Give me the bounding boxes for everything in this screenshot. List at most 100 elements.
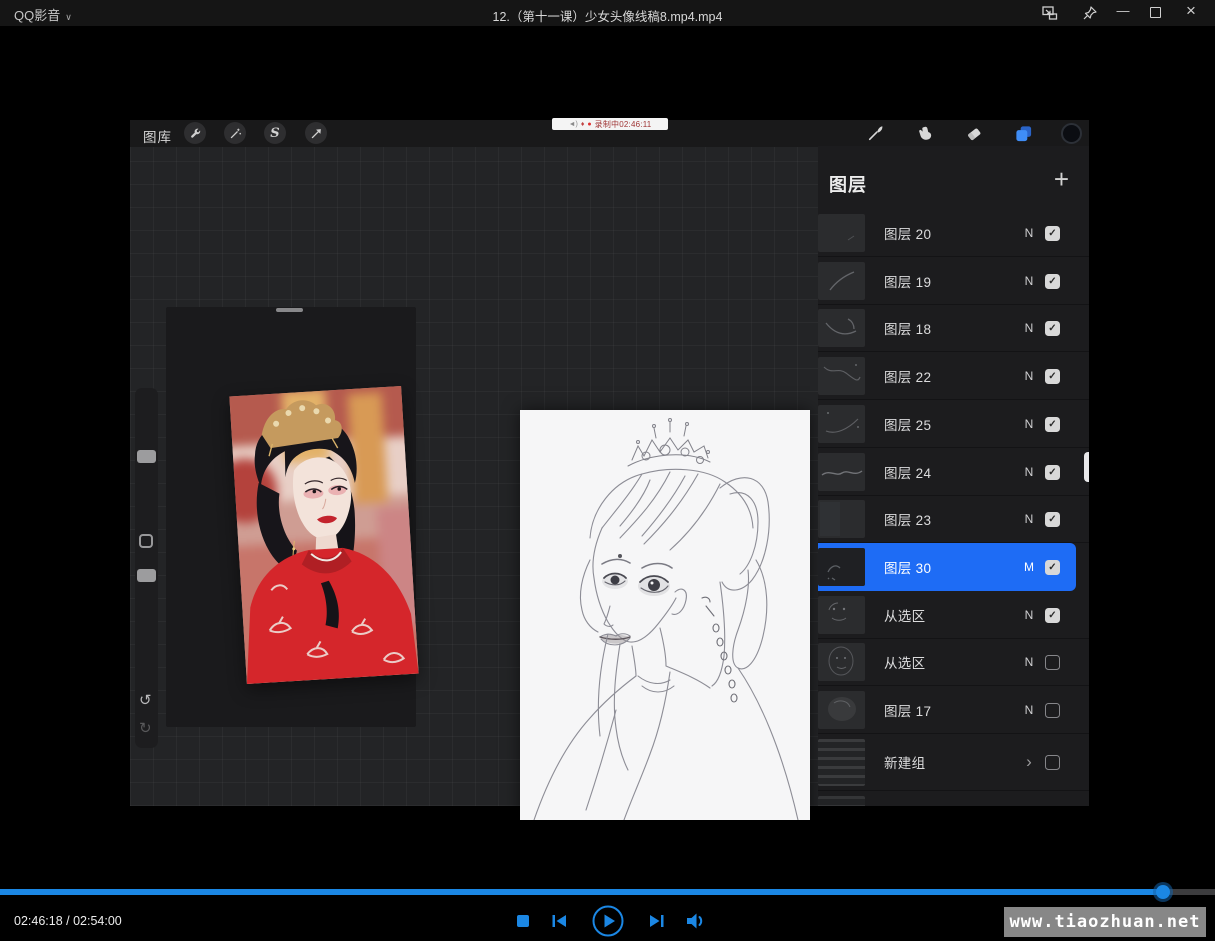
layer-row-partial[interactable] — [818, 791, 1089, 806]
layer-row[interactable]: 图层 24 N ✓ — [818, 448, 1089, 496]
layer-thumbnail — [818, 643, 865, 681]
layer-blend-mode[interactable]: M — [1020, 543, 1038, 591]
add-layer-button[interactable]: + — [1054, 166, 1069, 192]
layer-thumbnail — [818, 357, 865, 395]
layer-row[interactable]: 图层 19 N ✓ — [818, 257, 1089, 305]
smudge-tool-button[interactable] — [914, 122, 936, 144]
layer-visibility-checkbox[interactable]: ✓ — [1045, 368, 1060, 384]
maximize-button[interactable] — [1150, 7, 1161, 18]
layer-name: 图层 22 — [884, 369, 932, 385]
title-bar: QQ影音 ∨ 12.（第十一课）少女头像线稿8.mp4.mp4 — × — [0, 0, 1215, 26]
brush-opacity-slider[interactable] — [137, 569, 156, 582]
layer-row[interactable]: 图层 18 N ✓ — [818, 304, 1089, 352]
layer-visibility-checkbox[interactable]: ✓ — [1045, 702, 1060, 718]
volume-icon — [687, 913, 703, 929]
layer-row[interactable]: 图层 23 N ✓ — [818, 495, 1089, 543]
adjustments-button[interactable] — [224, 122, 246, 144]
layer-thumbnail — [818, 309, 865, 347]
layer-blend-mode[interactable]: N — [1020, 686, 1038, 733]
progress-handle[interactable] — [1155, 885, 1170, 899]
layer-name: 图层 17 — [884, 703, 932, 719]
layer-visibility-checkbox[interactable]: ✓ — [1045, 511, 1060, 527]
layer-visibility-checkbox[interactable]: ✓ — [1045, 755, 1060, 770]
layer-visibility-checkbox[interactable]: ✓ — [1045, 654, 1060, 670]
layer-row-selected[interactable]: 图层 30 M ✓ — [818, 543, 1076, 591]
pin-on-top-button[interactable] — [1081, 4, 1099, 22]
minimize-button[interactable]: — — [1114, 3, 1132, 18]
recording-text: 录制中02:46:11 — [594, 119, 652, 129]
check-icon: ✓ — [1048, 370, 1057, 382]
undo-icon[interactable]: ↺ — [139, 691, 152, 709]
layer-blend-mode[interactable]: N — [1020, 448, 1038, 495]
brush-tool-button[interactable] — [865, 122, 887, 144]
previous-button[interactable] — [548, 910, 570, 932]
layer-blend-mode[interactable]: N — [1020, 304, 1038, 351]
check-icon: ✓ — [1048, 227, 1057, 239]
watermark: www.tiaozhuan.net — [1004, 907, 1206, 937]
selection-button[interactable]: S — [264, 122, 286, 144]
layer-blend-mode[interactable]: N — [1020, 257, 1038, 304]
layers-panel-button[interactable] — [1012, 122, 1034, 144]
paintbrush-icon — [868, 126, 883, 141]
progress-bar[interactable] — [0, 885, 1215, 899]
play-button[interactable] — [591, 904, 625, 938]
layer-visibility-checkbox[interactable]: ✓ — [1045, 559, 1060, 575]
brush-sidebar: ↺ ↻ — [135, 388, 158, 748]
layer-thumbnail — [818, 548, 865, 586]
layer-group-row[interactable]: 新建组 › ✓ — [818, 734, 1089, 791]
magic-wand-icon — [230, 128, 241, 138]
player-window: QQ影音 ∨ 12.（第十一课）少女头像线稿8.mp4.mp4 — × 图库 S… — [0, 0, 1215, 941]
reference-drag-handle[interactable] — [276, 308, 303, 312]
layer-visibility-checkbox[interactable]: ✓ — [1045, 416, 1060, 432]
layer-thumbnail — [818, 691, 865, 729]
layer-blend-mode[interactable]: N — [1020, 352, 1038, 399]
layer-name: 图层 24 — [884, 465, 932, 481]
video-content[interactable]: 图库 S ◄) ♦ ● 录制中02:46:11 ↺ ↻ 图层 + 图层 20 N… — [130, 118, 1089, 820]
layer-name: 从选区 — [884, 655, 926, 671]
color-well-button[interactable] — [1061, 123, 1082, 144]
next-button[interactable] — [646, 910, 668, 932]
layer-row[interactable]: 图层 22 N ✓ — [818, 352, 1089, 400]
volume-button[interactable] — [684, 910, 706, 932]
recording-indicator: ◄) ♦ ● 录制中02:46:11 — [552, 118, 668, 130]
check-icon: ✓ — [1048, 418, 1057, 430]
edge-popup-sliver — [1084, 452, 1089, 482]
eraser-tool-button[interactable] — [963, 122, 985, 144]
transform-button[interactable] — [305, 122, 327, 144]
chevron-right-icon[interactable]: › — [1020, 734, 1038, 790]
layer-blend-mode[interactable]: N — [1020, 591, 1038, 638]
layer-row[interactable]: 图层 25 N ✓ — [818, 400, 1089, 448]
layer-row[interactable]: 图层 20 N ✓ — [818, 209, 1089, 257]
reference-panel[interactable] — [166, 307, 419, 727]
group-name: 新建组 — [884, 756, 926, 771]
mini-mode-button[interactable] — [1041, 4, 1059, 22]
actions-button[interactable] — [184, 122, 206, 144]
layer-blend-mode[interactable]: N — [1020, 638, 1038, 685]
layer-row[interactable]: 从选区 N ✓ — [818, 591, 1089, 639]
gallery-button[interactable]: 图库 — [143, 126, 172, 146]
layer-visibility-checkbox[interactable]: ✓ — [1045, 607, 1060, 623]
layer-visibility-checkbox[interactable]: ✓ — [1045, 225, 1060, 241]
layer-visibility-checkbox[interactable]: ✓ — [1045, 464, 1060, 480]
close-button[interactable]: × — [1182, 1, 1200, 21]
layer-name: 图层 18 — [884, 321, 932, 337]
smudge-finger-icon — [919, 126, 932, 140]
layer-row[interactable]: 从选区 N ✓ — [818, 638, 1089, 686]
layer-name: 从选区 — [884, 608, 926, 624]
layer-row[interactable]: 图层 17 N ✓ — [818, 686, 1089, 734]
layer-blend-mode[interactable]: N — [1020, 209, 1038, 256]
brush-size-slider[interactable] — [137, 450, 156, 463]
drawing-canvas[interactable] — [520, 410, 810, 820]
stop-button[interactable] — [517, 915, 529, 927]
layer-visibility-checkbox[interactable]: ✓ — [1045, 320, 1060, 336]
layer-name: 图层 23 — [884, 512, 932, 528]
layer-blend-mode[interactable]: N — [1020, 495, 1038, 542]
layer-visibility-checkbox[interactable]: ✓ — [1045, 273, 1060, 289]
group-thumbnail — [818, 739, 865, 786]
layer-name: 图层 25 — [884, 417, 932, 433]
layer-blend-mode[interactable]: N — [1020, 400, 1038, 447]
reference-photo — [229, 386, 419, 684]
modify-button[interactable] — [139, 534, 153, 548]
redo-icon[interactable]: ↻ — [139, 719, 152, 737]
layers-panel-title: 图层 — [829, 175, 867, 195]
